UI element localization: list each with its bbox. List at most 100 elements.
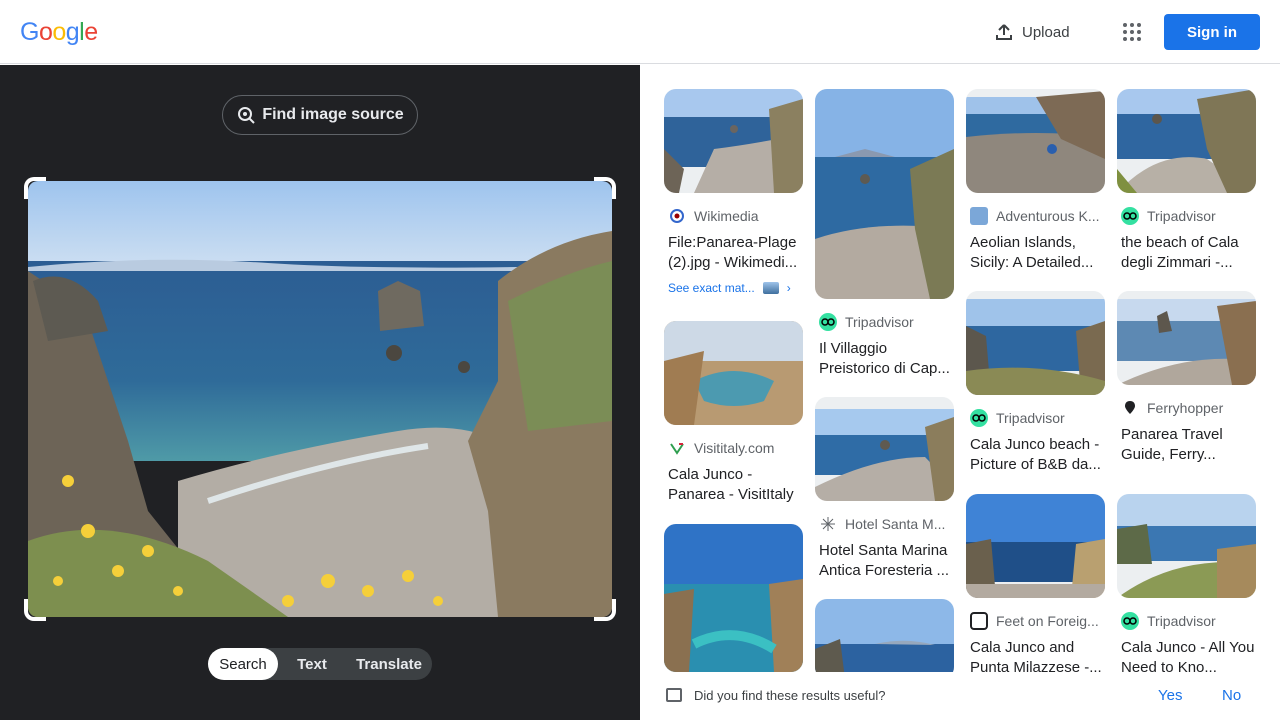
chevron-right-icon: ›: [786, 281, 791, 295]
lens-mode-switcher: Search Text Translate: [208, 648, 432, 680]
result-source-name: Wikimedia: [694, 208, 759, 224]
result-title: Cala Junco - Panarea - VisitItaly: [668, 466, 794, 503]
result-thumbnail: [815, 397, 954, 501]
result-source-name: Tripadvisor: [1147, 208, 1216, 224]
tripadvisor-icon: [819, 313, 837, 331]
feet-on-foreign-ground-icon: [970, 612, 988, 630]
logo-letter: o: [38, 18, 53, 46]
visual-matches: Wikimedia File:Panarea-Plage (2).jpg - W…: [640, 65, 1280, 672]
see-exact-matches-link[interactable]: See exact mat... ›: [664, 281, 803, 295]
result-source-name: Hotel Santa M...: [845, 516, 946, 532]
result-source-name: Tripadvisor: [845, 314, 914, 330]
visititaly-icon: [668, 439, 686, 457]
logo-letter: e: [84, 18, 98, 46]
feedback-yes-button[interactable]: Yes: [1158, 687, 1182, 704]
result-card[interactable]: Wikimedia File:Panarea-Plage (2).jpg - W…: [664, 89, 803, 295]
result-card[interactable]: Tripadvisor Cala Junco beach - Picture o…: [966, 291, 1105, 475]
result-title: Panarea Travel Guide, Ferry...: [1121, 426, 1223, 463]
query-image: [28, 181, 612, 617]
mode-text[interactable]: Text: [278, 648, 346, 680]
crop-handle-bottom-right[interactable]: [594, 599, 616, 621]
result-card[interactable]: [815, 599, 954, 672]
ferryhopper-pin-icon: [1121, 399, 1139, 417]
result-thumbnail: [815, 599, 954, 672]
logo-letter: o: [52, 18, 66, 46]
result-card[interactable]: Hotel Santa M... Hotel Santa Marina Anti…: [815, 397, 954, 581]
upload-icon: [996, 24, 1012, 40]
adventurous-kate-avatar: [970, 207, 988, 225]
result-card[interactable]: Visititaly.com Cala Junco - Panarea - Vi…: [664, 321, 803, 505]
hotel-compass-icon: [819, 515, 837, 533]
result-title: Cala Junco beach - Picture of B&B da...: [970, 436, 1101, 473]
crop-handle-top-right[interactable]: [594, 177, 616, 199]
mode-translate[interactable]: Translate: [346, 648, 432, 680]
result-source: Tripadvisor: [815, 313, 954, 331]
find-source-label: Find image source: [262, 106, 404, 123]
result-card[interactable]: Tripadvisor Cala Junco - All You Need to…: [1117, 494, 1256, 672]
result-card[interactable]: [664, 524, 803, 672]
tripadvisor-icon: [1121, 207, 1139, 225]
result-source-name: Tripadvisor: [1147, 613, 1216, 629]
tripadvisor-icon: [970, 409, 988, 427]
logo-letter: g: [65, 18, 80, 46]
result-source: Tripadvisor: [966, 409, 1105, 427]
result-card[interactable]: Tripadvisor Il Villaggio Preistorico di …: [815, 89, 954, 379]
see-exact-matches-label: See exact mat...: [668, 281, 755, 295]
result-title: the beach of Cala degli Zimmari -...: [1121, 234, 1239, 271]
result-source-name: Feet on Foreig...: [996, 613, 1099, 629]
result-thumbnail: [664, 524, 803, 672]
result-title: Il Villaggio Preistorico di Cap...: [819, 340, 950, 377]
result-title: File:Panarea-Plage (2).jpg - Wikimedi...: [668, 234, 798, 271]
result-card[interactable]: Adventurous K... Aeolian Islands, Sicily…: [966, 89, 1105, 273]
logo-letter: G: [20, 18, 39, 46]
result-source: Tripadvisor: [1117, 612, 1256, 630]
header: Google Upload Sign in: [0, 0, 1280, 64]
lens-query-panel: Find image source Search Text Translate: [0, 65, 640, 720]
result-source-name: Tripadvisor: [996, 410, 1065, 426]
result-source: Feet on Foreig...: [966, 612, 1105, 630]
result-thumbnail: [1117, 89, 1256, 193]
result-source-name: Adventurous K...: [996, 208, 1100, 224]
result-thumbnail: [966, 89, 1105, 193]
tripadvisor-icon: [1121, 612, 1139, 630]
apps-grid-icon[interactable]: [1112, 12, 1152, 52]
result-title: Aeolian Islands, Sicily: A Detailed...: [970, 234, 1094, 271]
wikimedia-icon: [668, 207, 686, 225]
result-source-name: Ferryhopper: [1147, 400, 1224, 416]
result-source: Adventurous K...: [966, 207, 1105, 225]
upload-label: Upload: [1022, 23, 1070, 41]
find-image-source-button[interactable]: Find image source: [222, 95, 418, 135]
result-thumbnail: [1117, 291, 1256, 385]
result-title: Cala Junco - All You Need to Kno...: [1121, 639, 1255, 672]
result-thumbnail: [815, 89, 954, 299]
result-source-name: Visititaly.com: [694, 440, 775, 456]
result-source: Hotel Santa M...: [815, 515, 954, 533]
result-source: Tripadvisor: [1117, 207, 1256, 225]
result-thumbnail: [664, 89, 803, 193]
mode-search[interactable]: Search: [208, 648, 278, 680]
upload-button[interactable]: Upload: [984, 14, 1080, 50]
exact-match-thumbnail: [762, 282, 779, 294]
result-card[interactable]: Tripadvisor the beach of Cala degli Zimm…: [1117, 89, 1256, 273]
result-source: Ferryhopper: [1117, 399, 1256, 417]
lens-search-icon: [238, 107, 256, 124]
result-thumbnail: [966, 494, 1105, 598]
feedback-question: Did you find these results useful?: [694, 688, 886, 703]
result-card[interactable]: Ferryhopper Panarea Travel Guide, Ferry.…: [1117, 291, 1256, 465]
crop-handle-top-left[interactable]: [24, 177, 46, 199]
sign-in-button[interactable]: Sign in: [1164, 14, 1260, 50]
result-thumbnail: [1117, 494, 1256, 598]
result-source: Visititaly.com: [664, 439, 803, 457]
result-thumbnail: [664, 321, 803, 425]
result-thumbnail: [966, 291, 1105, 395]
crop-handle-bottom-left[interactable]: [24, 599, 46, 621]
crop-selection[interactable]: [24, 177, 616, 621]
result-card[interactable]: Feet on Foreig... Cala Junco and Punta M…: [966, 494, 1105, 672]
feedback-bar: Did you find these results useful? Yes N…: [640, 672, 1280, 720]
result-source: Wikimedia: [664, 207, 803, 225]
google-logo[interactable]: Google: [20, 18, 98, 47]
result-title: Hotel Santa Marina Antica Foresteria ...: [819, 542, 950, 579]
feedback-no-button[interactable]: No: [1222, 687, 1241, 704]
feedback-icon: [666, 688, 682, 702]
result-title: Cala Junco and Punta Milazzese -...: [970, 639, 1102, 672]
